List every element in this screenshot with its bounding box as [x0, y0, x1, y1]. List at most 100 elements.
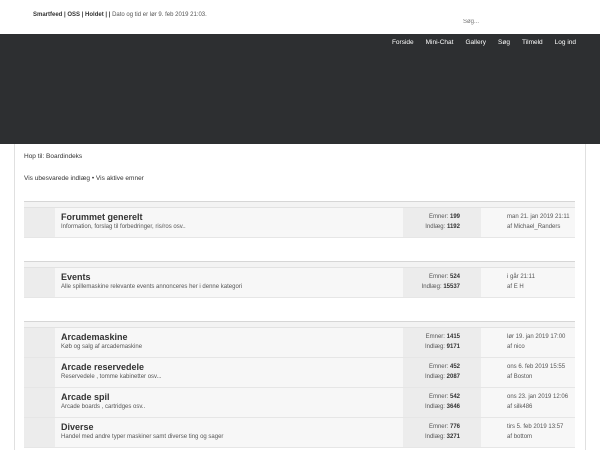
by-label: af	[507, 404, 513, 410]
last-post-date: tirs 5. feb 2019 13:57	[507, 424, 564, 430]
posts-label: Indlæg:	[424, 434, 445, 440]
forum-description: Handel med andre typer maskiner samt div…	[61, 434, 224, 440]
topics-label: Emner:	[425, 334, 445, 340]
forum-title[interactable]: Arcade reservedele	[61, 362, 403, 373]
posts-count: 15537	[443, 284, 460, 290]
posts-label: Indlæg:	[424, 374, 445, 380]
topics-label: Emner:	[428, 424, 449, 430]
posts-label: Indlæg:	[424, 344, 445, 350]
topics-label: Emner:	[428, 394, 449, 400]
forum-group: Arcademaskine Køb og salg af arcademaski…	[24, 321, 575, 448]
forum-stats: Emner: 1415 Indlæg: 9171	[403, 328, 481, 357]
forum-description: Alle spillemaskine relevante events anno…	[61, 284, 243, 290]
forum-stats: Emner: 542 Indlæg: 3646	[403, 388, 481, 417]
topics-count: 452	[449, 364, 460, 370]
topics-label: Emner:	[428, 214, 449, 220]
last-post: ons 23. jan 2019 12:06 af silk486	[481, 388, 575, 417]
forum-stats: Emner: 199 Indlæg: 1192	[403, 208, 481, 237]
posts-label: Indlæg:	[425, 224, 446, 230]
last-post-date: man 21. jan 2019 21:11	[507, 214, 570, 220]
nav-mini-chat[interactable]: Mini-Chat	[420, 38, 460, 48]
last-post-date: ons 23. jan 2019 12:06	[507, 394, 569, 400]
forum-stats: Emner: 776 Indlæg: 3271	[403, 418, 481, 447]
nav-register[interactable]: Tilmeld	[516, 38, 549, 48]
topics-count: 776	[449, 424, 460, 430]
last-post-user[interactable]: nico	[514, 344, 525, 350]
last-post: i går 21:11 af E H	[481, 268, 575, 297]
forum-group: Events Alle spillemaskine relevante even…	[24, 261, 575, 298]
last-post-date: i går 21:11	[507, 274, 535, 280]
forum-row: Arcade spil Arcade boards , cartridges o…	[24, 388, 575, 418]
search-input[interactable]	[460, 16, 570, 27]
nav-search[interactable]: Søg	[492, 38, 516, 48]
by-label: af	[507, 224, 513, 230]
forum-status-icon	[24, 328, 55, 357]
forum-title[interactable]: Arcade spil	[61, 392, 403, 403]
last-post-date: lør 19. jan 2019 17:00	[507, 334, 566, 340]
forum-description: Arcade boards , cartridges osv..	[61, 404, 146, 410]
last-post-user[interactable]: Michael_Randers	[514, 224, 561, 230]
forum-status-icon	[24, 208, 55, 237]
breadcrumb: Hop til: Boardindeks	[24, 153, 82, 160]
nav-forside[interactable]: Forside	[386, 38, 420, 48]
forum-description: Reservedele , tomme kabinetter osv...	[61, 374, 162, 380]
posts-count: 3646	[446, 404, 460, 410]
forum-status-icon	[24, 268, 55, 297]
last-post-user[interactable]: bottom	[514, 434, 532, 440]
topics-label: Emner:	[428, 274, 449, 280]
forum-status-icon	[24, 388, 55, 417]
forum-row: Diverse Handel med andre typer maskiner …	[24, 418, 575, 448]
last-post-user[interactable]: silk486	[514, 404, 533, 410]
posts-count: 1192	[446, 224, 460, 230]
posts-count: 9171	[446, 344, 460, 350]
forum-stats: Emner: 524 Indlæg: 15537	[403, 268, 481, 297]
top-info: Smartfeed | OSS | Holdet | | Dato og tid…	[33, 12, 207, 18]
forum-description: Information, forslag til forbedringer, r…	[61, 224, 186, 230]
last-post: man 21. jan 2019 21:11 af Michael_Rander…	[481, 208, 575, 237]
posts-label: Indlæg:	[424, 404, 445, 410]
forum-status-icon	[24, 358, 55, 387]
top-links[interactable]: Smartfeed | OSS | Holdet | |	[33, 12, 110, 18]
forum-stats: Emner: 452 Indlæg: 2087	[403, 358, 481, 387]
breadcrumb-prefix: Hop til:	[24, 153, 45, 160]
last-post-user[interactable]: E H	[514, 284, 524, 290]
posts-count: 3271	[446, 434, 460, 440]
last-post: tirs 5. feb 2019 13:57 af bottom	[481, 418, 575, 447]
last-post: lør 19. jan 2019 17:00 af nico	[481, 328, 575, 357]
nav-gallery[interactable]: Gallery	[459, 38, 492, 48]
posts-count: 2087	[446, 374, 460, 380]
topics-count: 542	[449, 394, 460, 400]
forum-row: Arcade reservedele Reservedele , tomme k…	[24, 358, 575, 388]
forum-title[interactable]: Forummet generelt	[61, 212, 403, 223]
forum-status-icon	[24, 418, 55, 447]
by-label: af	[507, 344, 513, 350]
forum-description: Køb og salg af arcademaskine	[61, 344, 143, 350]
current-date: Dato og tid er lør 9. feb 2019 21:03.	[112, 12, 207, 18]
last-post: ons 6. feb 2019 15:55 af Boston	[481, 358, 575, 387]
forum-title[interactable]: Diverse	[61, 422, 403, 433]
last-post-date: ons 6. feb 2019 15:55	[507, 364, 566, 370]
posts-label: Indlæg:	[421, 284, 442, 290]
topics-count: 524	[449, 274, 460, 280]
unanswered-link[interactable]: Vis ubesvarede indlæg	[24, 175, 90, 182]
forum-group: Forummet generelt Information, forslag t…	[24, 201, 575, 238]
topics-label: Emner:	[428, 364, 449, 370]
breadcrumb-board-index[interactable]: Boardindeks	[46, 153, 82, 160]
main-nav: Forside Mini-Chat Gallery Søg Tilmeld Lo…	[386, 38, 582, 48]
forum-row: Events Alle spillemaskine relevante even…	[24, 268, 575, 298]
forum-title[interactable]: Arcademaskine	[61, 332, 403, 343]
topics-count: 199	[449, 214, 460, 220]
forum-row: Arcademaskine Køb og salg af arcademaski…	[24, 328, 575, 358]
topics-count: 1415	[446, 334, 460, 340]
forum-row: Forummet generelt Information, forslag t…	[24, 208, 575, 238]
last-post-user[interactable]: Boston	[514, 374, 533, 380]
by-label: af	[507, 434, 513, 440]
header-banner: Forside Mini-Chat Gallery Søg Tilmeld Lo…	[0, 34, 600, 144]
quick-links-separator: •	[91, 175, 95, 182]
active-topics-link[interactable]: Vis aktive emner	[96, 175, 144, 182]
forum-title[interactable]: Events	[61, 272, 403, 283]
top-strip: Smartfeed | OSS | Holdet | | Dato og tid…	[0, 0, 600, 34]
by-label: af	[507, 284, 513, 290]
nav-login[interactable]: Log ind	[549, 38, 582, 48]
by-label: af	[507, 374, 513, 380]
